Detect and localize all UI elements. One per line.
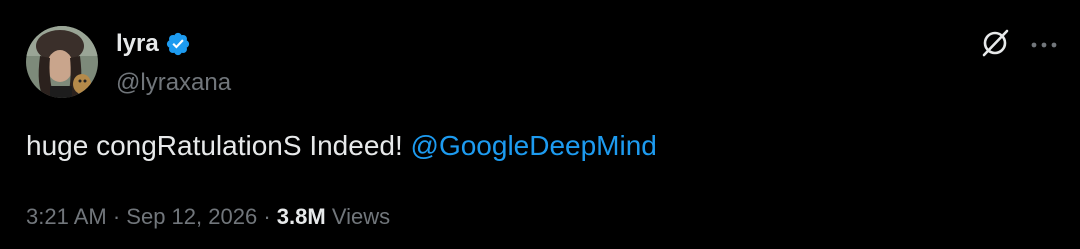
tweet-date[interactable]: Sep 12, 2026: [126, 204, 257, 229]
meta-separator: ·: [263, 204, 271, 229]
avatar-image: [26, 26, 98, 98]
views-count[interactable]: 3.8M: [277, 204, 326, 229]
tweet-text: huge congRatulationS Indeed! @GoogleDeep…: [26, 128, 657, 164]
avatar[interactable]: [26, 26, 98, 98]
views-label[interactable]: Views: [332, 204, 390, 229]
tweet-time[interactable]: 3:21 AM: [26, 204, 107, 229]
tweet-meta: 3:21 AM · Sep 12, 2026 · 3.8M Views: [26, 202, 390, 232]
tweet-body: huge congRatulationS Indeed!: [26, 130, 403, 161]
top-actions: [980, 28, 1058, 63]
name-row: lyra: [116, 26, 231, 62]
tweet-card: lyra @lyraxana huge congRatulationS Inde…: [0, 0, 1080, 249]
meta-separator: ·: [112, 204, 121, 229]
display-name[interactable]: lyra: [116, 29, 159, 59]
verified-badge-icon[interactable]: [165, 31, 191, 57]
author-block: lyra @lyraxana: [116, 26, 231, 98]
user-handle[interactable]: @lyraxana: [116, 68, 231, 98]
grok-icon[interactable]: [980, 28, 1010, 63]
more-icon[interactable]: [1030, 37, 1058, 55]
mention-link[interactable]: @GoogleDeepMind: [411, 130, 657, 161]
